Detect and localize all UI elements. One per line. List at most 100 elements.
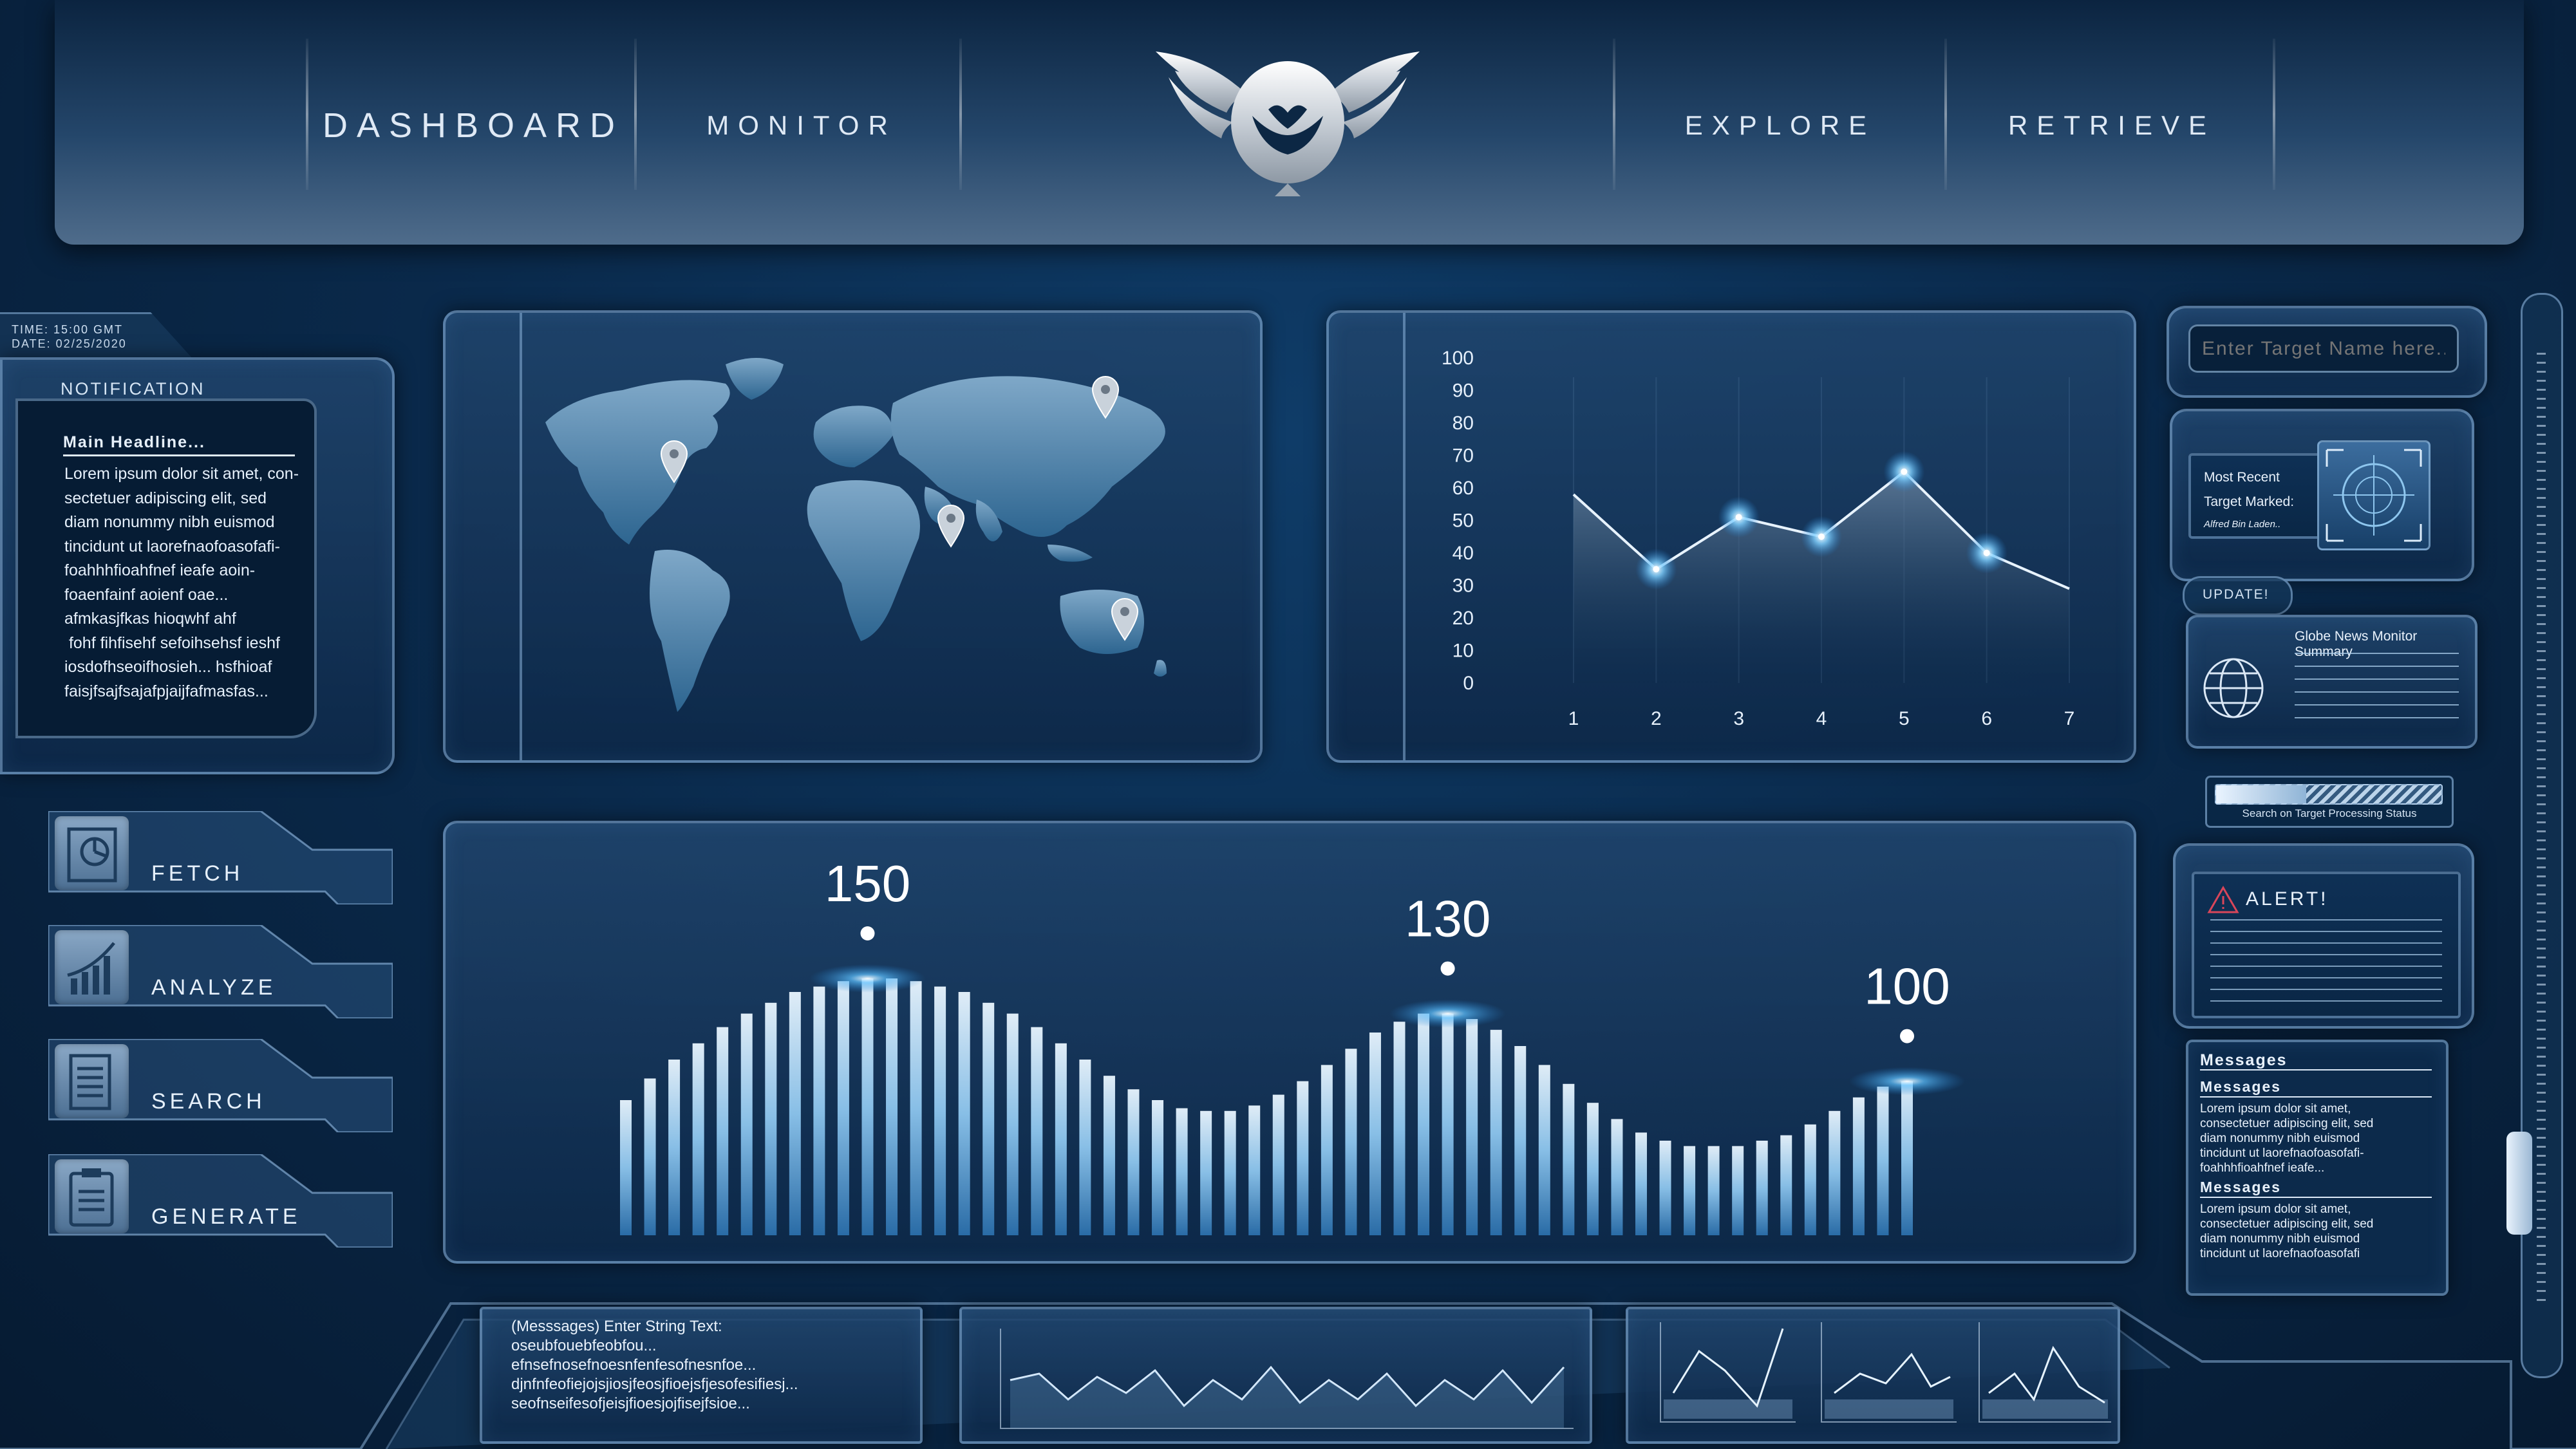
bar-peak-glow (809, 964, 926, 993)
bar (644, 1078, 656, 1235)
notification-headline: Main Headline... (63, 433, 295, 456)
nav-divider (306, 39, 308, 190)
mini-triple-chart-panel (1626, 1307, 2120, 1444)
fetch-label: FETCH (151, 861, 244, 886)
notification-line: foahhhfioahfnef ieafe aoin- (64, 561, 256, 579)
y-tick-label: 50 (1453, 510, 1474, 532)
annotation-label: 100 (1864, 958, 1950, 1015)
analyze-button[interactable]: ANALYZE (48, 925, 393, 1018)
y-tick-label: 10 (1453, 640, 1474, 662)
bar (1829, 1110, 1841, 1235)
map-pin-icon[interactable] (658, 438, 690, 483)
bar (1707, 1146, 1720, 1235)
mini-line-chart-panel (959, 1307, 1592, 1444)
bar (1466, 1019, 1478, 1235)
bar (1297, 1081, 1309, 1235)
nav-retrieve[interactable]: RETRIEVE (1951, 103, 2273, 148)
bar (1659, 1141, 1671, 1235)
nav-divider (1613, 39, 1615, 190)
x-tick-label: 7 (2064, 708, 2075, 729)
bar (837, 981, 849, 1235)
bar (1200, 1110, 1212, 1235)
x-tick-label: 6 (1981, 708, 1992, 729)
news-summary-panel: Globe News Monitor Summary (2186, 615, 2477, 749)
messages-body: Lorem ipsum dolor sit amet, consectetuer… (2200, 1202, 2432, 1261)
bar (1321, 1065, 1333, 1235)
nav-divider (2273, 39, 2275, 190)
bar (1684, 1146, 1696, 1235)
message-line: tincidunt ut laorefnaofoasofafi (2200, 1247, 2360, 1260)
bar (1393, 1022, 1406, 1235)
update-tab[interactable]: UPDATE! (2183, 576, 2293, 615)
bar (1176, 1108, 1188, 1235)
notification-line: diam nonummy nibh euismod (64, 513, 275, 531)
bar-peak-glow (1389, 999, 1506, 1028)
bar (1780, 1135, 1792, 1235)
target-line1: Most Recent (2204, 470, 2280, 485)
bar (1901, 1081, 1913, 1235)
notification-panel: NOTIFICATION Main Headline... Lorem ipsu… (0, 357, 395, 774)
y-tick-label: 20 (1453, 608, 1474, 629)
y-tick-label: 30 (1453, 575, 1474, 597)
notification-line: tincidunt ut laorefnaofoasofafi- (64, 537, 280, 556)
target-line2: Target Marked: (2204, 494, 2295, 509)
target-info-box: Most Recent Target Marked: Alfred Bin La… (2188, 453, 2326, 539)
x-tick-label: 1 (1568, 708, 1579, 729)
world-map-panel (443, 310, 1263, 763)
nav-divider (959, 39, 962, 190)
progress-fill (2216, 785, 2306, 803)
string-line: (Messsages) Enter String Text: (511, 1318, 722, 1335)
target-panel: Most Recent Target Marked: Alfred Bin La… (2170, 409, 2474, 581)
y-tick-label: 80 (1453, 413, 1474, 434)
annotation-dot (1440, 961, 1455, 976)
messages-rule (2200, 1197, 2432, 1198)
alert-lines (2210, 919, 2442, 1006)
mini-line-chart (1000, 1329, 1574, 1429)
bar (1031, 1027, 1043, 1235)
notification-line: iosdofhseoifhosieh... hsfhioaf (64, 658, 272, 676)
bar (1756, 1141, 1768, 1235)
bar (1442, 1013, 1454, 1235)
fetch-button[interactable]: FETCH (48, 811, 393, 904)
x-tick-label: 4 (1816, 708, 1827, 729)
nav-dashboard[interactable]: DASHBOARD (312, 103, 634, 148)
bar (1127, 1089, 1140, 1235)
bar (910, 981, 922, 1235)
globe-icon[interactable] (2198, 653, 2269, 724)
mini-triple-chart (1660, 1322, 2111, 1423)
messages-panel: Messages Messages Lorem ipsum dolor sit … (2186, 1040, 2449, 1296)
nav-explore[interactable]: EXPLORE (1619, 103, 1941, 148)
y-tick-label: 0 (1463, 673, 1474, 694)
bar (1103, 1076, 1115, 1235)
map-divider (520, 313, 522, 760)
notification-line: sectetuer adipiscing elit, sed (64, 489, 267, 507)
alert-panel: ALERT! (2173, 843, 2474, 1029)
vertical-scrollbar[interactable] (2506, 293, 2563, 1378)
search-button[interactable]: SEARCH (48, 1039, 393, 1132)
target-search-input[interactable] (2188, 324, 2459, 373)
generate-label: GENERATE (151, 1204, 301, 1229)
scroll-handle[interactable] (2506, 1132, 2532, 1235)
messages-heading: Messages (2200, 1179, 2281, 1195)
bar (1006, 1013, 1019, 1235)
top-navigation-bar: DASHBOARD MONITOR EXPLORE RETRIEVE (55, 0, 2524, 245)
bar (982, 1002, 995, 1235)
string-text: (Messsages) Enter String Text: oseubfoue… (511, 1317, 910, 1414)
messages-body: Lorem ipsum dolor sit amet, consectetuer… (2200, 1101, 2432, 1175)
progress-label: Search on Target Processing Status (2242, 807, 2417, 819)
nav-monitor[interactable]: MONITOR (641, 103, 963, 148)
progress-track (2215, 784, 2443, 805)
map-pin-icon[interactable] (935, 503, 967, 548)
generate-button[interactable]: GENERATE (48, 1154, 393, 1248)
nav-divider (634, 39, 637, 190)
map-pin-icon[interactable] (1109, 596, 1141, 641)
message-line: consectetuer adipiscing elit, sed (2200, 1117, 2374, 1130)
string-input-panel[interactable]: (Messsages) Enter String Text: oseubfoue… (480, 1307, 923, 1444)
bar (1345, 1049, 1357, 1235)
message-line: Lorem ipsum dolor sit amet, (2200, 1102, 2351, 1116)
y-tick-label: 70 (1453, 445, 1474, 467)
crosshair-icon[interactable] (2317, 440, 2430, 550)
bar (1514, 1046, 1527, 1235)
map-pin-icon[interactable] (1089, 374, 1122, 419)
alert-box: ALERT! (2192, 872, 2461, 1018)
